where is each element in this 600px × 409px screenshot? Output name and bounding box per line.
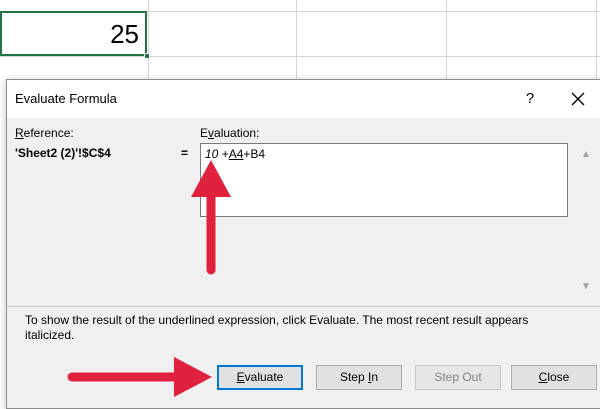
expression-operator: + (218, 147, 229, 161)
evaluation-box[interactable]: 10 +A4+B4 (200, 143, 568, 217)
reference-value: 'Sheet2 (2)'!$C$4 (15, 146, 111, 160)
scroll-up-icon[interactable]: ▲ (581, 149, 591, 160)
evaluation-label: Evaluation: (200, 126, 260, 140)
scroll-down-icon[interactable]: ▼ (581, 281, 591, 292)
evaluate-button[interactable]: Evaluate (217, 365, 303, 390)
reference-label: Reference: (15, 126, 74, 140)
fill-handle[interactable] (144, 53, 150, 59)
step-in-button[interactable]: Step In (316, 365, 402, 390)
row-divider (0, 56, 600, 57)
step-out-button[interactable]: Step Out (415, 365, 501, 390)
close-button[interactable]: Close (511, 365, 597, 390)
dialog-title: Evaluate Formula (15, 91, 117, 106)
info-text: To show the result of the underlined exp… (25, 313, 529, 342)
active-cell[interactable]: 25 (0, 11, 147, 56)
evaluate-formula-dialog: Evaluate Formula ? Reference: Evaluation… (6, 79, 600, 409)
cell-value: 25 (110, 19, 139, 49)
divider (7, 306, 600, 307)
equals-sign: = (181, 146, 189, 160)
close-icon[interactable] (567, 88, 589, 110)
dialog-titlebar: Evaluate Formula ? (7, 80, 600, 118)
help-button[interactable]: ? (520, 89, 540, 109)
evaluation-scrollbar[interactable]: ▲ ▼ (578, 143, 596, 298)
evaluated-result: 10 (205, 147, 219, 161)
underlined-expression: A4 (228, 147, 244, 161)
expression-rest: +B4 (243, 147, 266, 161)
